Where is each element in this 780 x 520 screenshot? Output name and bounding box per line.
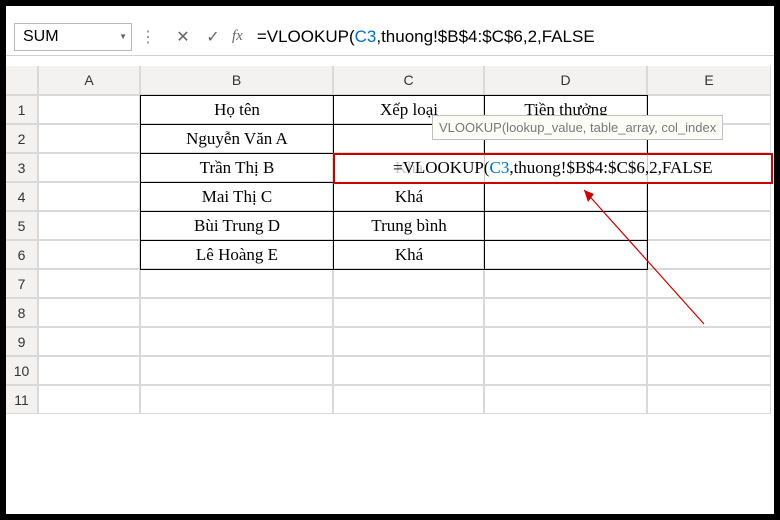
cell[interactable] [484,385,647,414]
cell[interactable] [38,182,140,211]
editor-dots-icon: ⋮ [138,27,158,47]
formula-prefix: =VLOOKUP( [257,27,355,47]
formula-bar: SUM ▼ ⋮ ✕ ✓ fx =VLOOKUP(C3,thuong!$B$4:$… [6,18,774,56]
cell[interactable] [484,95,647,124]
cell[interactable] [38,153,140,182]
cell[interactable] [333,240,484,269]
cell[interactable] [140,269,333,298]
confirm-button[interactable]: ✓ [198,23,228,51]
col-header[interactable]: E [647,66,771,95]
row-header[interactable]: 5 [6,211,38,240]
fx-icon[interactable]: fx [232,28,243,45]
cell[interactable] [140,240,333,269]
cancel-button[interactable]: ✕ [168,23,198,51]
cell[interactable] [484,153,647,182]
cell[interactable] [333,385,484,414]
cell[interactable] [38,356,140,385]
cell[interactable] [647,356,771,385]
cell[interactable] [484,124,647,153]
cell[interactable] [333,298,484,327]
cell[interactable] [647,182,771,211]
row-header[interactable]: 8 [6,298,38,327]
cell[interactable] [484,298,647,327]
cell[interactable] [140,95,333,124]
formula-suffix: ,thuong!$B$4:$C$6,2,FALSE [376,27,594,47]
cell[interactable] [647,327,771,356]
formula-input[interactable]: =VLOOKUP(C3,thuong!$B$4:$C$6,2,FALSE [251,23,774,51]
col-header[interactable]: A [38,66,140,95]
cell[interactable] [38,211,140,240]
row-header[interactable]: 1 [6,95,38,124]
cell[interactable] [484,356,647,385]
formula-ref: C3 [355,27,377,47]
cell[interactable] [333,153,484,182]
col-header[interactable]: C [333,66,484,95]
row-header[interactable]: 6 [6,240,38,269]
cell[interactable] [647,211,771,240]
cell[interactable] [647,269,771,298]
cell[interactable] [38,385,140,414]
cell[interactable] [38,327,140,356]
chevron-down-icon[interactable]: ▼ [119,32,127,41]
cell[interactable] [484,182,647,211]
cell[interactable] [333,356,484,385]
cell[interactable] [140,211,333,240]
cell[interactable] [647,124,771,153]
cell[interactable] [140,182,333,211]
cell[interactable] [333,269,484,298]
cell[interactable] [484,240,647,269]
cell[interactable] [140,327,333,356]
cell[interactable] [38,298,140,327]
cell[interactable] [140,153,333,182]
cell[interactable] [647,153,771,182]
row-header[interactable]: 7 [6,269,38,298]
cell[interactable] [333,124,484,153]
name-box[interactable]: SUM ▼ [14,23,132,51]
name-box-value: SUM [23,28,59,46]
grid: A B C D E 1 2 3 4 5 6 7 8 9 10 11 [6,66,774,414]
row-header[interactable]: 3 [6,153,38,182]
cell[interactable] [484,211,647,240]
cell[interactable] [333,182,484,211]
sheet-area[interactable]: A B C D E 1 2 3 4 5 6 7 8 9 10 11 Họ tên… [6,66,774,414]
cell[interactable] [140,356,333,385]
cell[interactable] [140,385,333,414]
cell[interactable] [38,95,140,124]
row-header[interactable]: 2 [6,124,38,153]
row-header[interactable]: 9 [6,327,38,356]
col-header[interactable]: D [484,66,647,95]
cell[interactable] [647,385,771,414]
cell[interactable] [38,269,140,298]
row-header[interactable]: 4 [6,182,38,211]
cell[interactable] [333,211,484,240]
cell[interactable] [333,95,484,124]
cell[interactable] [38,240,140,269]
cell[interactable] [333,327,484,356]
row-header[interactable]: 11 [6,385,38,414]
cell[interactable] [484,327,647,356]
select-all[interactable] [6,66,38,95]
cell[interactable] [38,124,140,153]
cell[interactable] [140,124,333,153]
cell[interactable] [647,298,771,327]
cell[interactable] [647,95,771,124]
cell[interactable] [647,240,771,269]
row-header[interactable]: 10 [6,356,38,385]
col-header[interactable]: B [140,66,333,95]
cell[interactable] [484,269,647,298]
cell[interactable] [140,298,333,327]
